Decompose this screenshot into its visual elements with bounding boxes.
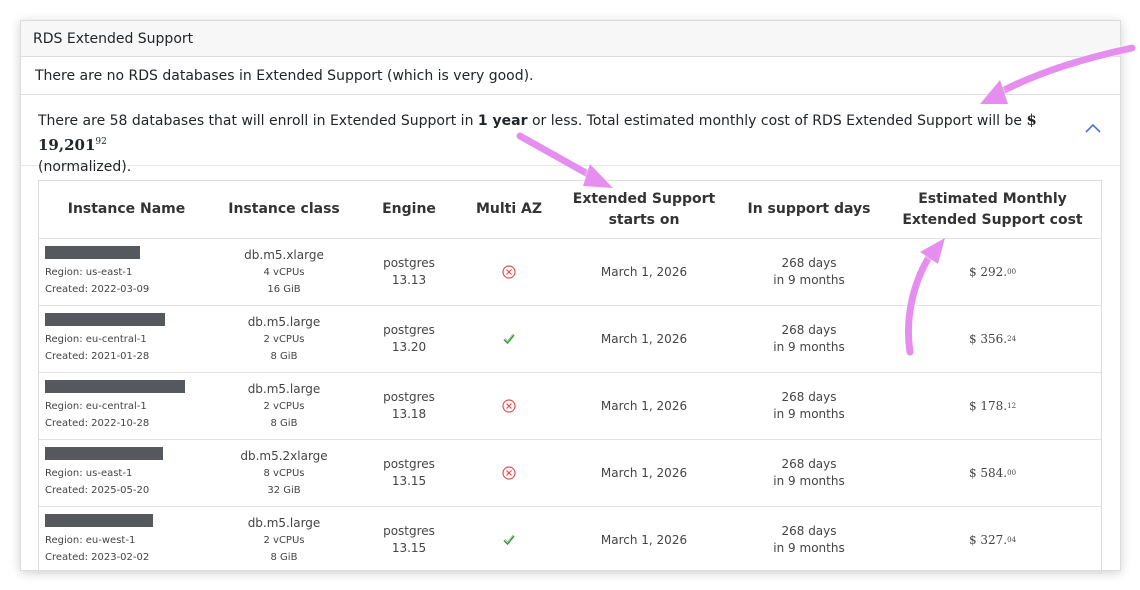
- instance-name-cell: Region: eu-west-1 Created: 2023-02-02: [39, 507, 214, 573]
- starts-on-cell: March 1, 2026: [600, 533, 688, 547]
- upcoming-enrollment-section[interactable]: There are 58 databases that will enroll …: [21, 95, 1120, 175]
- starts-on-cell: March 1, 2026: [600, 466, 688, 480]
- monthly-cost-cell: $ 178. 12: [968, 399, 1017, 413]
- col-support-days[interactable]: In support days: [734, 181, 884, 238]
- x-circle-icon: [502, 466, 516, 480]
- col-instance-name[interactable]: Instance Name: [39, 181, 214, 238]
- multi-az-cell: [464, 507, 554, 573]
- no-extended-support-message: There are no RDS databases in Extended S…: [21, 57, 1120, 95]
- redacted-name: [45, 447, 163, 460]
- instance-region: Region: us-east-1: [45, 468, 133, 479]
- table-row[interactable]: Region: us-east-1 Created: 2022-03-09 db.m…: [39, 239, 1101, 306]
- card-title: RDS Extended Support: [33, 30, 194, 47]
- col-engine[interactable]: Engine: [354, 181, 464, 238]
- instance-name-cell: Region: us-east-1 Created: 2025-05-20: [39, 440, 214, 506]
- starts-on-cell: March 1, 2026: [600, 265, 688, 279]
- support-days-cell: 268 days in 9 months: [773, 457, 845, 488]
- support-days-cell: 268 days in 9 months: [773, 323, 845, 354]
- collapse-chevron-icon[interactable]: [1084, 121, 1102, 135]
- monthly-cost-cell: $ 327. 04: [968, 533, 1017, 547]
- redacted-name: [45, 380, 185, 393]
- instance-name-cell: Region: eu-central-1 Created: 2021-01-28: [39, 306, 214, 372]
- instance-region: Region: eu-west-1: [45, 535, 136, 546]
- table-body: Region: us-east-1 Created: 2022-03-09 db.m…: [39, 239, 1101, 574]
- multi-az-cell: [464, 239, 554, 305]
- instance-created: Created: 2022-03-09: [45, 284, 150, 295]
- table-row[interactable]: Region: eu-west-1 Created: 2023-02-02 db.m…: [39, 507, 1101, 574]
- engine-cell: postgres 13.15: [383, 524, 435, 555]
- engine-cell: postgres 13.20: [383, 323, 435, 354]
- instance-created: Created: 2023-02-02: [45, 552, 150, 563]
- engine-cell: postgres 13.13: [383, 256, 435, 287]
- instance-region: Region: eu-central-1: [45, 334, 147, 345]
- instance-name-cell: Region: us-east-1 Created: 2022-03-09: [39, 239, 214, 305]
- instance-created: Created: 2025-05-20: [45, 485, 150, 496]
- engine-cell: postgres 13.15: [383, 457, 435, 488]
- support-days-cell: 268 days in 9 months: [773, 524, 845, 555]
- databases-table: Instance Name Instance class Engine Mult…: [38, 180, 1102, 574]
- enrollment-summary: There are 58 databases that will enroll …: [38, 111, 1037, 175]
- instance-created: Created: 2021-01-28: [45, 351, 150, 362]
- starts-on-cell: March 1, 2026: [600, 332, 688, 346]
- redacted-name: [45, 246, 140, 259]
- monthly-cost-cell: $ 584. 00: [968, 466, 1017, 480]
- table-row[interactable]: Region: eu-central-1 Created: 2022-10-28 d…: [39, 373, 1101, 440]
- instance-class-cell: db.m5.2xlarge 8 vCPUs 32 GiB: [240, 448, 328, 496]
- instance-region: Region: eu-central-1: [45, 401, 147, 412]
- instance-class-cell: db.m5.xlarge 4 vCPUs 16 GiB: [244, 247, 324, 295]
- total-cost-cents: 92: [95, 137, 107, 147]
- col-starts-on[interactable]: Extended Support starts on: [554, 181, 734, 238]
- period-bold: 1 year: [477, 113, 528, 129]
- instance-class-cell: db.m5.large 2 vCPUs 8 GiB: [247, 314, 321, 362]
- x-circle-icon: [502, 265, 516, 279]
- x-circle-icon: [502, 399, 516, 413]
- instance-region: Region: us-east-1: [45, 267, 133, 278]
- table-row[interactable]: Region: us-east-1 Created: 2025-05-20 db.m…: [39, 440, 1101, 507]
- multi-az-cell: [464, 373, 554, 439]
- col-multi-az[interactable]: Multi AZ: [464, 181, 554, 238]
- col-monthly-cost[interactable]: Estimated Monthly Extended Support cost: [884, 181, 1101, 238]
- instance-class-cell: db.m5.large 2 vCPUs 8 GiB: [247, 515, 321, 563]
- instance-created: Created: 2022-10-28: [45, 418, 150, 429]
- card-header: RDS Extended Support: [21, 21, 1120, 57]
- monthly-cost-cell: $ 356. 24: [968, 332, 1017, 346]
- check-icon: [503, 534, 515, 546]
- support-days-cell: 268 days in 9 months: [773, 256, 845, 287]
- instance-name-cell: Region: eu-central-1 Created: 2022-10-28: [39, 373, 214, 439]
- table-header-row: Instance Name Instance class Engine Mult…: [39, 181, 1101, 239]
- starts-on-cell: March 1, 2026: [600, 399, 688, 413]
- col-instance-class[interactable]: Instance class: [214, 181, 354, 238]
- multi-az-cell: [464, 440, 554, 506]
- instance-class-cell: db.m5.large 2 vCPUs 8 GiB: [247, 381, 321, 429]
- support-days-cell: 268 days in 9 months: [773, 390, 845, 421]
- engine-cell: postgres 13.18: [383, 390, 435, 421]
- redacted-name: [45, 313, 165, 326]
- check-icon: [503, 333, 515, 345]
- table-row[interactable]: Region: eu-central-1 Created: 2021-01-28 d…: [39, 306, 1101, 373]
- monthly-cost-cell: $ 292. 00: [968, 265, 1017, 279]
- redacted-name: [45, 514, 153, 527]
- multi-az-cell: [464, 306, 554, 372]
